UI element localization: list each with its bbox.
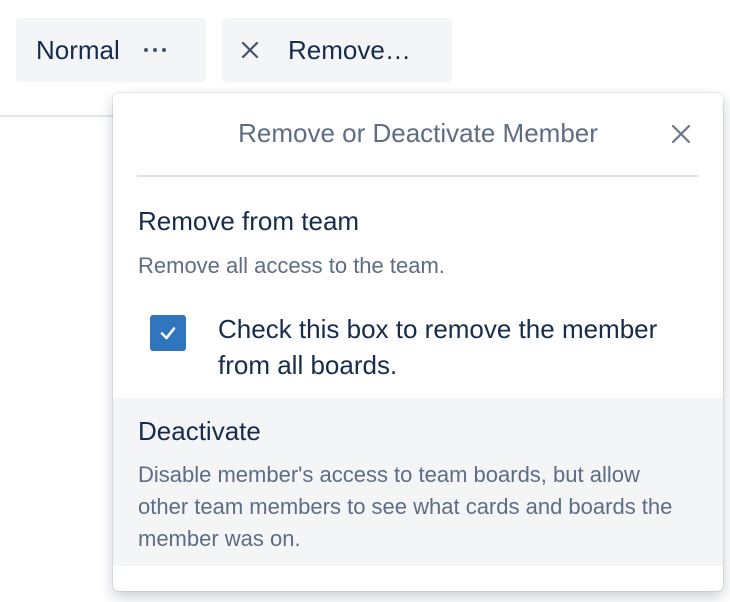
deactivate-section-description: Disable member's access to team boards, … (138, 462, 673, 551)
remove-section-description: Remove all access to the team. (138, 253, 445, 278)
more-icon (143, 48, 166, 52)
remove-section-title: Remove from team (138, 206, 360, 236)
remove-member-button[interactable]: Remove… (222, 18, 452, 82)
popover-header: Remove or Deactivate Member (137, 93, 699, 177)
member-role-button[interactable]: Normal (16, 18, 206, 82)
remove-from-boards-checkbox[interactable] (150, 315, 186, 351)
deactivate-section-title: Deactivate (138, 416, 261, 446)
close-icon (241, 41, 259, 59)
deactivate-section[interactable]: Deactivate Disable member's access to te… (113, 398, 723, 566)
popover-title: Remove or Deactivate Member (238, 118, 598, 148)
check-icon (160, 327, 176, 340)
remove-from-team-section[interactable]: Remove from team Remove all access to th… (113, 177, 723, 397)
remove-from-boards-label[interactable]: Check this box to remove the member from… (218, 311, 698, 383)
remove-member-label: Remove… (288, 35, 411, 65)
remove-deactivate-popover: Remove or Deactivate Member Remove from … (113, 93, 723, 591)
member-role-label: Normal (36, 35, 120, 65)
popover-close-icon[interactable] (669, 122, 693, 146)
background-divider (0, 115, 120, 117)
